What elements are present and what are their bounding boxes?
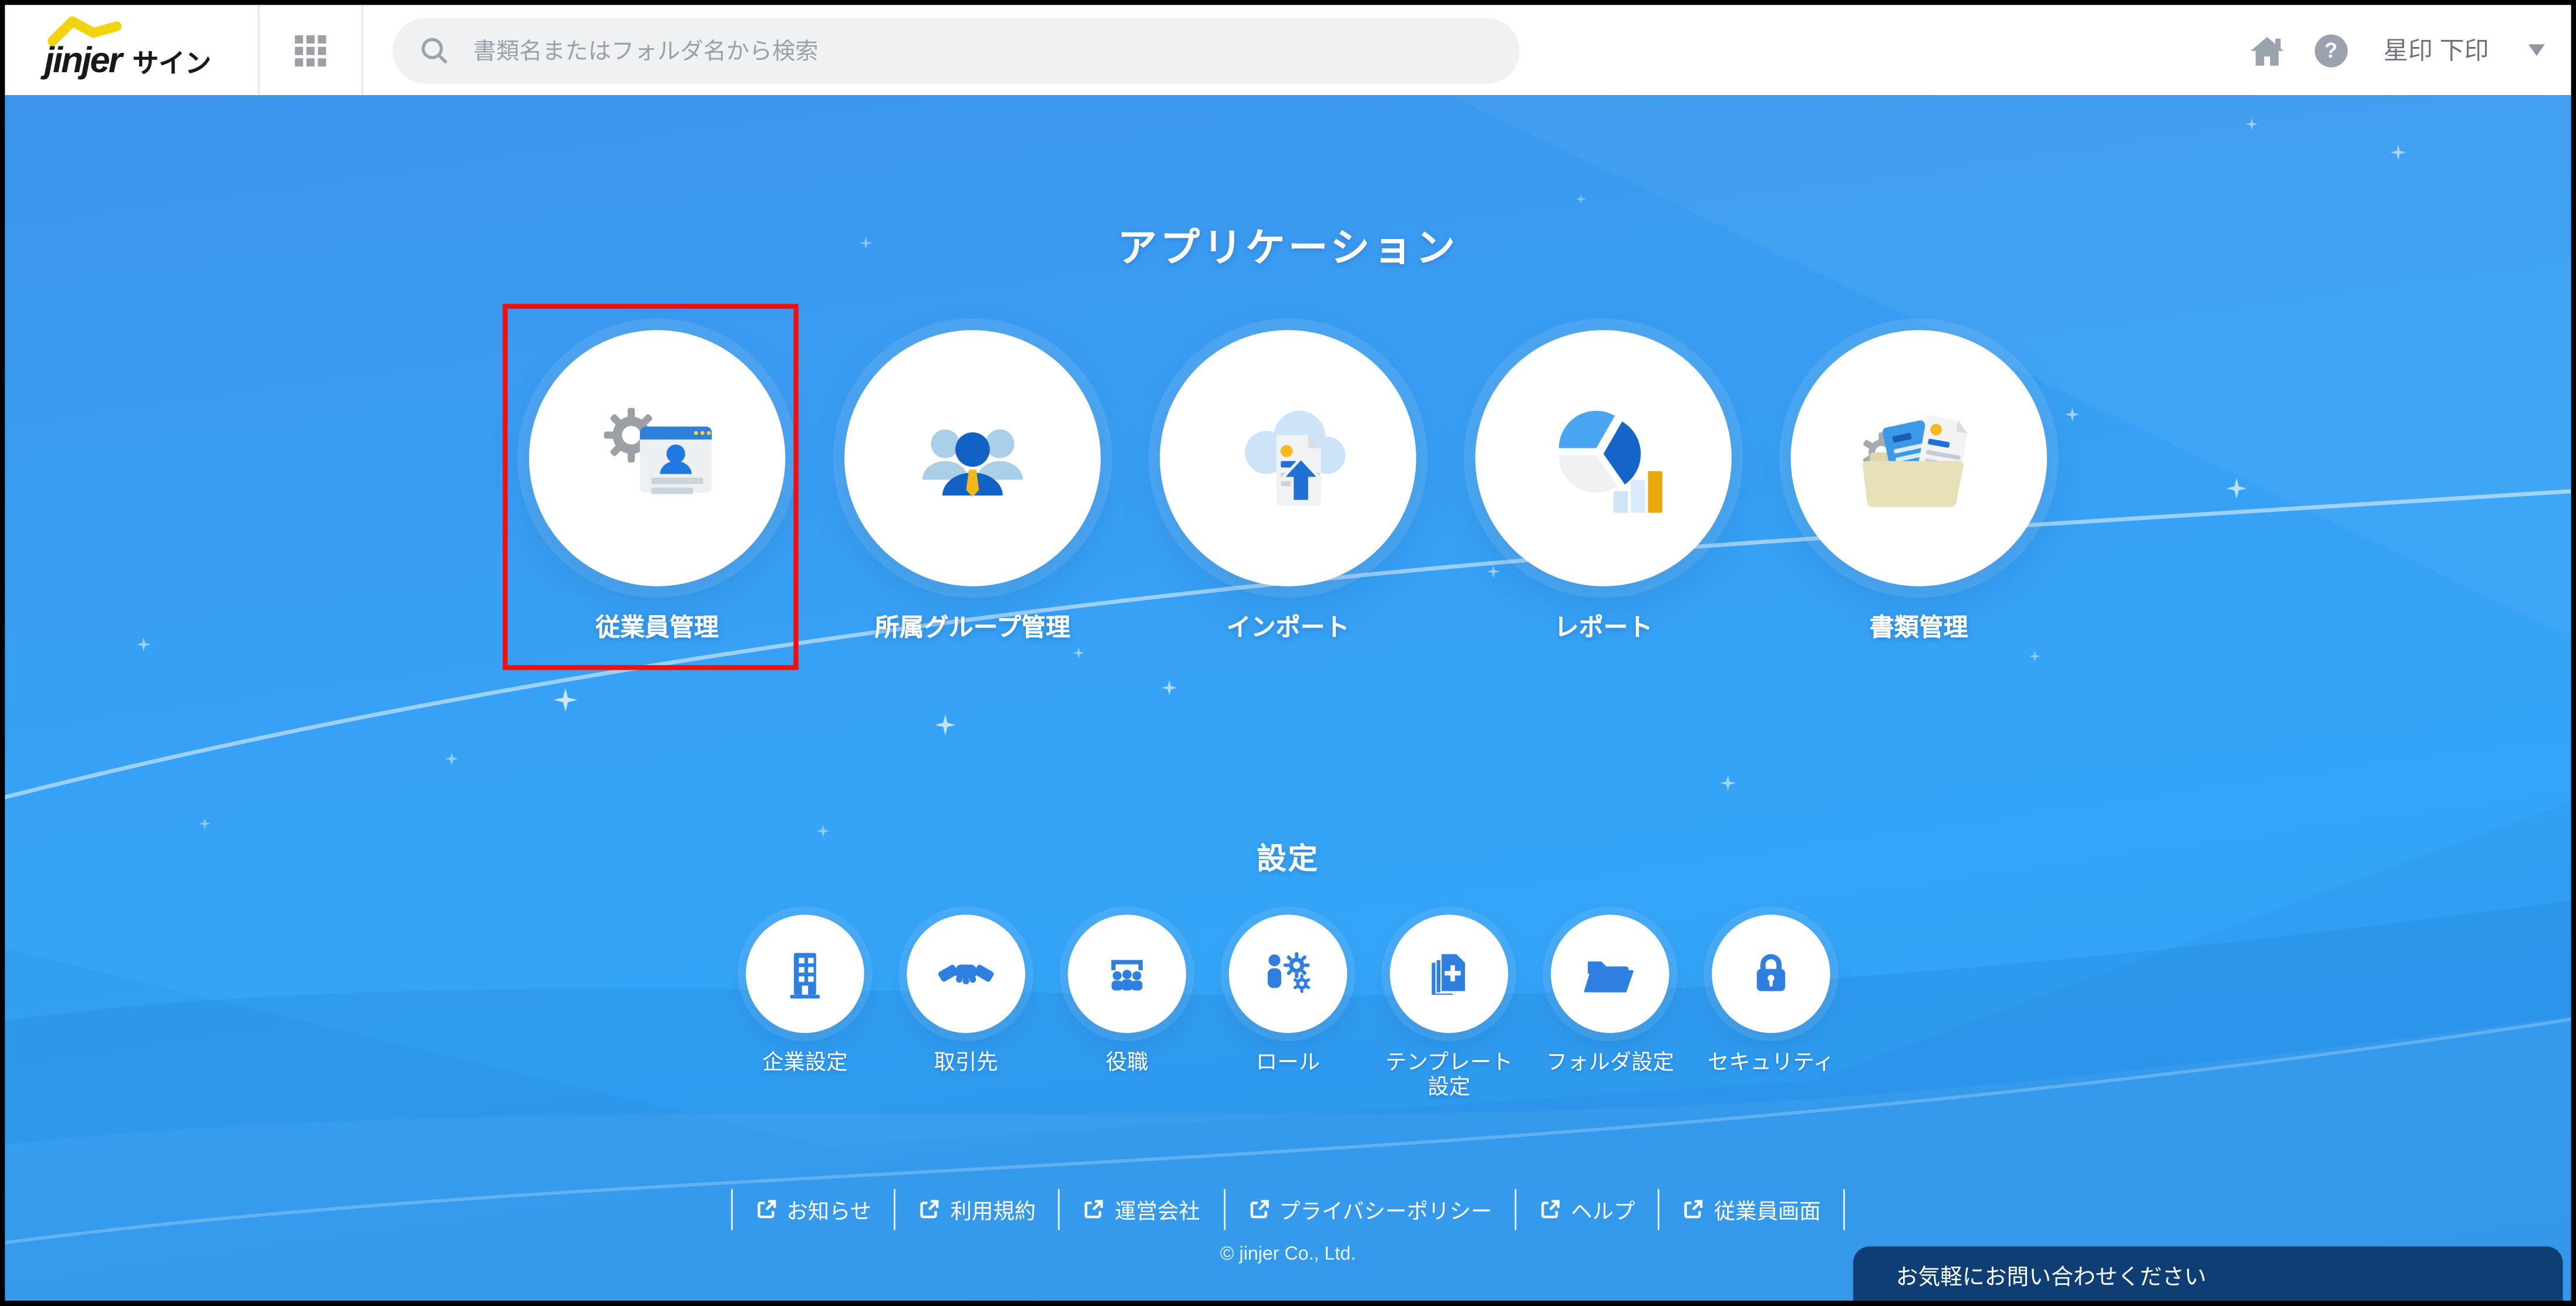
app-tile-employee-management[interactable]: 従業員管理 <box>528 330 786 643</box>
role-icon <box>1267 952 1311 993</box>
settings-label: フォルダ設定 <box>1545 1049 1674 1074</box>
app-label: 従業員管理 <box>595 614 719 642</box>
apps-grid-icon[interactable] <box>284 25 337 77</box>
logo-product-text: サイン <box>132 50 211 79</box>
app-window: jinjer サイン ? 星印 下印 <box>0 0 2576 1306</box>
settings-tile-folder[interactable]: フォルダ設定 <box>1530 914 1691 1100</box>
external-link-icon <box>1083 1199 1105 1220</box>
group-management-icon <box>922 429 1023 497</box>
employee-management-icon <box>604 407 712 494</box>
app-tile-document-management[interactable]: 書類管理 <box>1790 330 2048 643</box>
settings-tile-company[interactable]: 企業設定 <box>725 914 885 1100</box>
search-input[interactable] <box>470 36 1494 66</box>
caret-down-icon[interactable] <box>2528 44 2545 56</box>
report-icon <box>1558 410 1663 513</box>
search-icon <box>421 38 447 64</box>
security-icon <box>1756 954 1786 991</box>
footer-link-company[interactable]: 運営会社 <box>1059 1189 1223 1230</box>
external-link-icon <box>1683 1199 1704 1220</box>
settings-title: 設定 <box>1257 842 1319 876</box>
footer-link-label: 運営会社 <box>1114 1199 1200 1224</box>
help-glyph: ? <box>2324 38 2338 63</box>
external-link-icon <box>755 1199 776 1220</box>
footer-link-news[interactable]: お知らせ <box>730 1189 894 1230</box>
footer-link-label: お知らせ <box>786 1199 872 1224</box>
footer-link-help[interactable]: ヘルプ <box>1515 1189 1658 1230</box>
settings-label: テンプレート設定 <box>1385 1049 1513 1099</box>
settings-label: 取引先 <box>934 1049 998 1074</box>
settings-label: ロール <box>1255 1049 1321 1074</box>
footer-link-employee-screen[interactable]: 従業員画面 <box>1658 1189 1846 1230</box>
settings-tile-partners[interactable]: 取引先 <box>885 914 1046 1100</box>
external-link-icon <box>919 1199 940 1220</box>
chat-widget-label: お気軽にお問い合わせください <box>1895 1263 2207 1288</box>
app-tile-import[interactable]: インポート <box>1160 330 1416 643</box>
footer-link-label: ヘルプ <box>1571 1199 1635 1224</box>
header-divider <box>361 5 363 96</box>
applications-title: アプリケーション <box>1117 227 1459 271</box>
settings-tile-template[interactable]: テンプレート設定 <box>1369 914 1530 1100</box>
jinjer-logo[interactable]: jinjer サイン <box>45 16 258 86</box>
settings-label: 役職 <box>1105 1049 1149 1074</box>
app-tile-report[interactable]: レポート <box>1475 330 1732 643</box>
footer-link-terms[interactable]: 利用規約 <box>894 1189 1059 1230</box>
app-label: レポート <box>1554 614 1653 642</box>
chat-widget[interactable]: お気軽にお問い合わせください <box>1853 1246 2563 1301</box>
app-label: インポート <box>1226 614 1350 642</box>
import-icon <box>1245 410 1346 506</box>
settings-tile-role[interactable]: ロール <box>1207 914 1368 1100</box>
applications-row: 従業員管理 所属グループ管理 インポート レポート 書類管理 <box>5 330 2571 643</box>
template-settings-icon <box>1432 954 1467 995</box>
background-waves <box>5 95 2571 1301</box>
user-menu-name[interactable]: 星印 下印 <box>2383 33 2489 68</box>
footer-link-label: 従業員画面 <box>1713 1199 1821 1224</box>
help-icon[interactable]: ? <box>2314 33 2348 67</box>
settings-label: セキュリティ <box>1707 1049 1835 1074</box>
app-tile-group-management[interactable]: 所属グループ管理 <box>844 330 1101 643</box>
settings-label: 企業設定 <box>762 1049 848 1074</box>
app-label: 所属グループ管理 <box>874 614 1070 642</box>
search-bar <box>392 18 1520 84</box>
logo-brand-text: jinjer <box>44 39 123 81</box>
folder-settings-icon <box>1584 961 1634 993</box>
home-icon[interactable] <box>2245 29 2288 72</box>
business-partner-icon <box>938 964 994 984</box>
external-link-icon <box>1540 1199 1561 1220</box>
footer-links: お知らせ 利用規約 運営会社 プライバシーポリシー ヘルプ 従業員画面 <box>5 1189 2571 1230</box>
app-label: 書類管理 <box>1869 614 1968 642</box>
header-divider <box>258 5 260 96</box>
header: jinjer サイン ? 星印 下印 <box>5 5 2571 96</box>
external-link-icon <box>1248 1199 1269 1220</box>
settings-tile-security[interactable]: セキュリティ <box>1691 914 1851 1100</box>
footer-link-label: プライバシーポリシー <box>1279 1199 1493 1224</box>
settings-tile-position[interactable]: 役職 <box>1046 914 1207 1100</box>
company-settings-icon <box>790 953 820 999</box>
position-icon <box>1111 960 1143 991</box>
footer-link-privacy[interactable]: プライバシーポリシー <box>1223 1189 1515 1230</box>
document-management-icon <box>1862 414 1968 507</box>
footer-link-label: 利用規約 <box>950 1199 1036 1224</box>
settings-row: 企業設定 取引先 役職 ロール テンプレート設定 フォルダ設定 セキュリティ <box>5 914 2571 1100</box>
dashboard: アプリケーション 従業員管理 所属グループ管理 インポート レポート 書類管理 … <box>5 95 2571 1301</box>
